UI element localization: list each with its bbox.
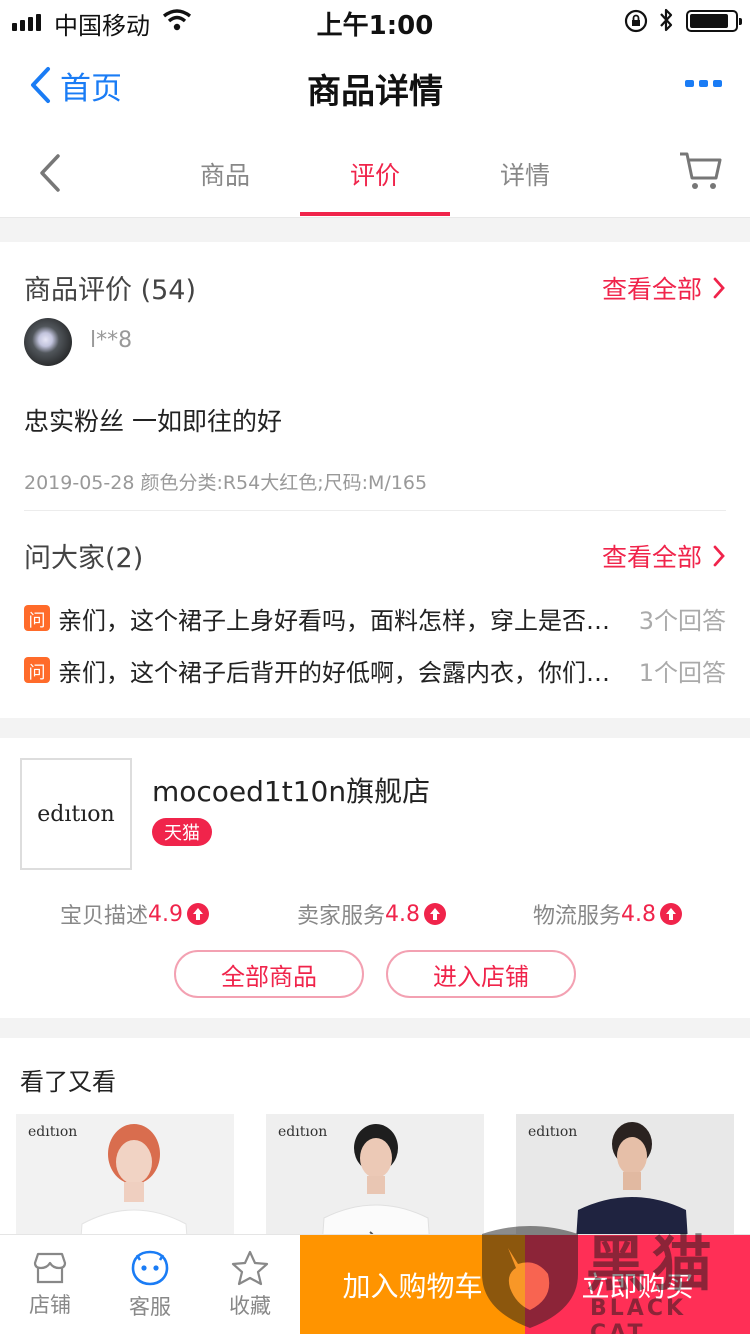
qa-answer-count: 3个回答 bbox=[638, 606, 726, 635]
customer-service-label: 客服 bbox=[129, 1295, 171, 1319]
chevron-right-icon bbox=[713, 545, 725, 566]
shop-name[interactable]: mocoed1t10n旗舰店 bbox=[152, 770, 430, 810]
see-all-reviews-link[interactable]: 查看全部 bbox=[602, 270, 726, 306]
score-value: 4.9 bbox=[148, 901, 184, 927]
qa-answer-count: 1个回答 bbox=[638, 658, 726, 687]
battery-icon bbox=[686, 10, 742, 32]
favorite-button[interactable]: 收藏 bbox=[200, 1235, 300, 1334]
back-home-button[interactable]: 首页 bbox=[28, 62, 122, 108]
score-logistics: 物流服务 4.8 bbox=[533, 898, 683, 930]
score-label: 卖家服务 bbox=[297, 904, 386, 929]
arrow-up-icon bbox=[660, 903, 683, 925]
qa-header: 问大家(2) 查看全部 bbox=[24, 536, 726, 575]
tab-back-button[interactable] bbox=[36, 152, 64, 198]
star-icon bbox=[231, 1250, 269, 1286]
tab-bar: 商品 评价 详情 bbox=[0, 130, 750, 218]
see-all-label: 查看全部 bbox=[601, 542, 702, 572]
score-value: 4.8 bbox=[385, 901, 421, 927]
enter-shop-button[interactable]: 进入店铺 bbox=[386, 950, 576, 998]
qa-section-title: 问大家(2) bbox=[24, 543, 144, 574]
all-products-button[interactable]: 全部商品 bbox=[174, 950, 364, 998]
rotation-lock-icon bbox=[624, 9, 648, 37]
shop-tab-button[interactable]: 店铺 bbox=[0, 1235, 100, 1334]
nav-bar: 首页 商品详情 bbox=[0, 40, 750, 130]
arrow-up-icon bbox=[424, 903, 447, 925]
divider bbox=[24, 510, 726, 511]
customer-service-icon bbox=[131, 1250, 169, 1286]
qa-question: 亲们，这个裙子后背开的好低啊，会露内衣，你们都怎么穿的 bbox=[58, 658, 628, 687]
review-header: 商品评价 (54) 查看全部 bbox=[24, 268, 726, 307]
chevron-left-icon bbox=[40, 154, 60, 192]
chevron-right-icon bbox=[713, 277, 725, 298]
shop-logo[interactable]: edıtıon bbox=[20, 758, 132, 870]
qa-item[interactable]: 问 亲们，这个裙子后背开的好低啊，会露内衣，你们都怎么穿的 1个回答 bbox=[24, 652, 726, 688]
review-section-title: 商品评价 (54) bbox=[24, 275, 197, 306]
more-icon[interactable] bbox=[685, 80, 722, 87]
score-value: 4.8 bbox=[621, 901, 657, 927]
store-icon bbox=[33, 1252, 67, 1284]
review-meta: 2019-05-28 颜色分类:R54大红色;尺码:M/165 bbox=[24, 472, 428, 494]
cart-icon[interactable] bbox=[678, 150, 722, 196]
favorite-label: 收藏 bbox=[229, 1294, 271, 1318]
bluetooth-icon bbox=[658, 7, 674, 37]
see-all-label: 查看全部 bbox=[601, 274, 702, 304]
shop-card: edıtıon mocoed1t10n旗舰店 天猫 宝贝描述 4.9 卖家服务 … bbox=[0, 738, 750, 1018]
see-all-qa-link[interactable]: 查看全部 bbox=[602, 538, 726, 574]
review-text: 忠实粉丝 一如即往的好 bbox=[24, 407, 282, 436]
score-service: 卖家服务 4.8 bbox=[297, 898, 447, 930]
recommend-title: 看了又看 bbox=[20, 1068, 116, 1096]
question-badge: 问 bbox=[24, 657, 50, 683]
tab-reviews[interactable]: 评价 bbox=[300, 130, 450, 218]
bottom-action-bar: 店铺 客服 收藏 加入购物车 立即购买 bbox=[0, 1234, 750, 1334]
qa-item[interactable]: 问 亲们，这个裙子上身好看吗，面料怎样，穿上是否显胖 3个回答 bbox=[24, 600, 726, 636]
customer-service-button[interactable]: 客服 bbox=[100, 1235, 200, 1334]
score-label: 宝贝描述 bbox=[60, 904, 149, 929]
score-description: 宝贝描述 4.9 bbox=[60, 898, 210, 930]
back-label: 首页 bbox=[60, 70, 122, 107]
qa-question: 亲们，这个裙子上身好看吗，面料怎样，穿上是否显胖 bbox=[58, 606, 628, 635]
tab-product[interactable]: 商品 bbox=[150, 130, 300, 218]
reviewer-name: l**8 bbox=[90, 328, 133, 353]
chevron-left-icon bbox=[31, 67, 50, 103]
tab-details[interactable]: 详情 bbox=[450, 130, 600, 218]
shop-tab-label: 店铺 bbox=[29, 1293, 71, 1317]
avatar bbox=[24, 318, 72, 366]
tmall-badge: 天猫 bbox=[152, 818, 212, 846]
status-bar: 中国移动 上午1:00 bbox=[0, 0, 750, 41]
score-label: 物流服务 bbox=[533, 904, 622, 929]
question-badge: 问 bbox=[24, 605, 50, 631]
review-card: 商品评价 (54) 查看全部 l**8 忠实粉丝 一如即往的好 2019-05-… bbox=[0, 242, 750, 718]
add-to-cart-button[interactable]: 加入购物车 bbox=[300, 1235, 525, 1334]
arrow-up-icon bbox=[187, 903, 210, 925]
buy-now-button[interactable]: 立即购买 bbox=[525, 1235, 750, 1334]
